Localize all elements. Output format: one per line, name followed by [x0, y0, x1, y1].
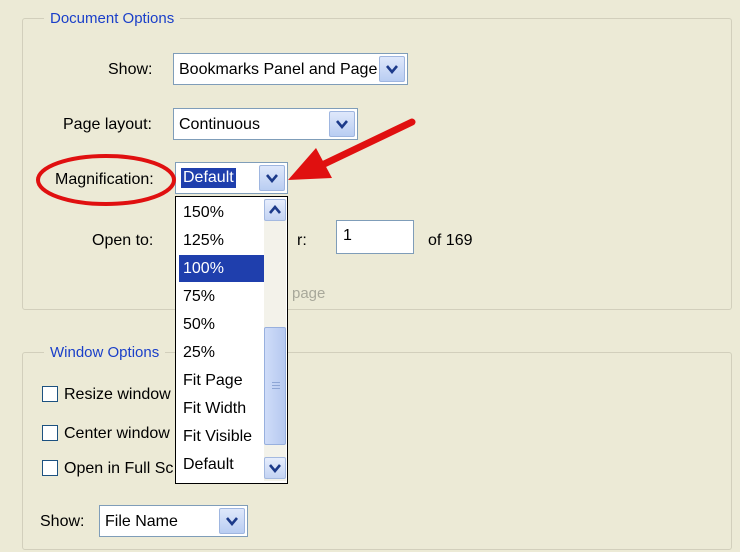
magnification-select[interactable]: Default [175, 162, 288, 194]
window-show-label: Show: [40, 513, 85, 530]
full-screen-label[interactable]: Open in Full Sc [64, 459, 173, 479]
page-hint-label: page [292, 285, 326, 302]
magnification-dropdown-list[interactable]: 150% 125% 100% 75% 50% 25% Fit Page Fit … [175, 196, 288, 484]
page-layout-dropdown-button[interactable] [329, 111, 355, 137]
chevron-down-icon [386, 65, 398, 74]
scroll-down-button[interactable] [264, 457, 286, 479]
document-properties-panel: Document Options Show: Bookmarks Panel a… [0, 0, 740, 552]
chevron-up-icon [269, 205, 281, 214]
magnification-dropdown-button[interactable] [259, 165, 285, 191]
window-show-select[interactable]: File Name [99, 505, 248, 537]
page-number-value: 1 [343, 227, 352, 244]
magnification-option[interactable]: 25% [179, 339, 267, 366]
dropdown-scrollbar[interactable] [264, 199, 286, 481]
page-layout-label: Page layout: [63, 116, 152, 133]
show-select-dropdown-button[interactable] [379, 56, 405, 82]
show-label: Show: [108, 61, 153, 78]
scrollbar-thumb[interactable] [264, 327, 286, 445]
scroll-up-button[interactable] [264, 199, 286, 221]
magnification-option[interactable]: 50% [179, 311, 267, 338]
window-options-legend: Window Options [44, 344, 166, 362]
magnification-option[interactable]: 75% [179, 283, 267, 310]
center-window-label[interactable]: Center window [64, 424, 170, 444]
magnification-option[interactable]: 125% [179, 227, 267, 254]
magnification-option[interactable]: Fit Page [179, 367, 267, 394]
document-options-legend: Document Options [44, 10, 181, 28]
resize-window-checkbox[interactable] [42, 386, 58, 402]
magnification-option[interactable]: Fit Visible [179, 423, 267, 450]
page-layout-select[interactable]: Continuous [173, 108, 358, 140]
chevron-down-icon [269, 464, 281, 473]
magnification-option-selected[interactable]: 100% [179, 255, 267, 282]
show-select-value: Bookmarks Panel and Page [179, 61, 378, 78]
magnification-label: Magnification: [55, 171, 154, 188]
page-number-label: r: [297, 232, 307, 249]
window-show-select-value: File Name [105, 513, 178, 530]
magnification-option[interactable]: Fit Width [179, 395, 267, 422]
page-number-input[interactable]: 1 [336, 220, 414, 254]
magnification-select-value: Default [181, 168, 236, 188]
page-total-label: of 169 [428, 232, 473, 249]
full-screen-checkbox[interactable] [42, 460, 58, 476]
page-layout-select-value: Continuous [179, 116, 260, 133]
show-select[interactable]: Bookmarks Panel and Page [173, 53, 408, 85]
center-window-checkbox[interactable] [42, 425, 58, 441]
chevron-down-icon [266, 174, 278, 183]
resize-window-label[interactable]: Resize window [64, 385, 171, 405]
magnification-option[interactable]: 150% [179, 199, 267, 226]
open-to-label: Open to: [92, 232, 154, 249]
chevron-down-icon [336, 120, 348, 129]
window-show-dropdown-button[interactable] [219, 508, 245, 534]
chevron-down-icon [226, 517, 238, 526]
magnification-option[interactable]: Default [179, 451, 267, 478]
